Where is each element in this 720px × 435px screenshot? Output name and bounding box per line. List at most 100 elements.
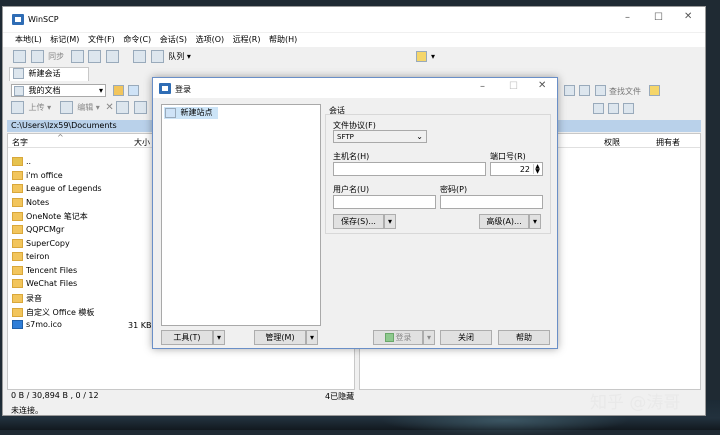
user-input[interactable] bbox=[333, 195, 436, 209]
local-path[interactable]: C:\Users\lzx59\Documents bbox=[11, 121, 117, 130]
column-permissions[interactable]: 权限 bbox=[604, 137, 620, 148]
refresh-icon[interactable] bbox=[579, 85, 590, 96]
menu-remote[interactable]: 远程(R) bbox=[233, 33, 261, 47]
menu-local[interactable]: 本地(L) bbox=[15, 33, 42, 47]
port-input[interactable]: 22 ▲ ▼ bbox=[490, 162, 543, 176]
host-input[interactable] bbox=[333, 162, 486, 176]
menu-mark[interactable]: 标记(M) bbox=[50, 33, 79, 47]
file-name: SuperCopy bbox=[26, 238, 70, 248]
properties-icon[interactable] bbox=[133, 101, 147, 114]
home-icon[interactable] bbox=[564, 85, 575, 96]
tools-dropdown-icon[interactable]: ▾ bbox=[213, 330, 225, 345]
image-file-icon bbox=[12, 320, 23, 330]
queue-button[interactable]: 队列 ▾ bbox=[168, 52, 191, 61]
upload-button[interactable]: 上传 ▾ bbox=[29, 103, 52, 112]
column-name[interactable]: 名字 bbox=[12, 137, 28, 148]
advanced-button[interactable]: 高级(A)... bbox=[479, 214, 529, 229]
list-item[interactable]: WeChat Files bbox=[12, 279, 162, 293]
password-label: 密码(P) bbox=[440, 185, 468, 194]
manage-dropdown-icon[interactable]: ▾ bbox=[306, 330, 318, 345]
compare-icon[interactable] bbox=[13, 50, 26, 63]
manage-button[interactable]: 管理(M) bbox=[254, 330, 306, 345]
help-button[interactable]: 帮助 bbox=[498, 330, 550, 345]
rename-icon[interactable] bbox=[116, 101, 130, 114]
transfer-dropdown-icon[interactable]: ▾ bbox=[431, 52, 435, 61]
tab-new-session[interactable]: 新建会话 bbox=[9, 67, 89, 81]
find-files-icon[interactable] bbox=[595, 85, 606, 96]
list-item[interactable]: SuperCopy bbox=[12, 238, 162, 253]
protocol-select[interactable]: SFTP ⌄ bbox=[333, 130, 427, 143]
close-button[interactable]: 关闭 bbox=[440, 330, 492, 345]
key-icon[interactable] bbox=[649, 85, 660, 96]
winscp-logo-icon bbox=[12, 14, 24, 25]
list-item[interactable]: League of Legends bbox=[12, 184, 162, 198]
find-files-button[interactable]: 查找文件 bbox=[609, 86, 641, 97]
local-file-list: .. i'm office League of Legends Notes On… bbox=[12, 157, 162, 334]
site-item-label: 新建站点 bbox=[180, 108, 213, 117]
list-item[interactable]: .. bbox=[12, 157, 162, 171]
preferences-icon[interactable] bbox=[105, 50, 119, 63]
menu-session[interactable]: 会话(S) bbox=[160, 33, 187, 47]
tab-new-session-label: 新建会话 bbox=[28, 69, 61, 78]
local-location-combo[interactable]: 我的文档 ▾ bbox=[11, 84, 106, 97]
minimize-icon[interactable]: – bbox=[480, 81, 485, 92]
menu-command[interactable]: 命令(C) bbox=[123, 33, 151, 47]
file-name: .. bbox=[26, 157, 32, 166]
tools-button[interactable]: 工具(T) bbox=[161, 330, 213, 345]
list-item[interactable]: teiron bbox=[12, 252, 162, 266]
menu-help[interactable]: 帮助(H) bbox=[269, 33, 297, 47]
list-item[interactable]: 录音 bbox=[12, 293, 162, 307]
close-icon[interactable]: ✕ bbox=[684, 11, 692, 22]
list-item[interactable]: i'm office bbox=[12, 170, 162, 185]
main-toolbar: 同步 队列 ▾ ▾ bbox=[13, 50, 703, 65]
column-owner[interactable]: 拥有者 bbox=[656, 137, 680, 148]
port-spinner-icon[interactable]: ▲ ▼ bbox=[533, 164, 541, 175]
open-folder-icon[interactable] bbox=[113, 85, 124, 96]
menu-file[interactable]: 文件(F) bbox=[88, 33, 115, 47]
synchronize-browse-icon[interactable] bbox=[30, 50, 44, 63]
title-bar: WinSCP – ☐ ✕ bbox=[3, 7, 705, 32]
sync-button[interactable]: 同步 bbox=[48, 52, 64, 61]
edit-button[interactable]: 编辑 ▾ bbox=[77, 103, 100, 112]
dialog-title: 登录 bbox=[175, 85, 191, 94]
password-input[interactable] bbox=[440, 195, 543, 209]
folder-icon bbox=[12, 265, 23, 275]
file-name: WeChat Files bbox=[26, 279, 78, 289]
save-button[interactable]: 保存(S)... bbox=[333, 214, 384, 229]
gear-icon[interactable] bbox=[133, 50, 147, 63]
file-name: QQPCMgr bbox=[26, 224, 65, 234]
upload-icon[interactable] bbox=[11, 101, 24, 114]
list-item[interactable]: Notes bbox=[12, 197, 162, 212]
delete-icon[interactable]: ✕ bbox=[105, 102, 113, 113]
unselect-icon[interactable] bbox=[623, 103, 634, 114]
login-dropdown-icon: ▾ bbox=[423, 330, 435, 345]
hidden-count: 4已隐藏 bbox=[325, 392, 355, 401]
site-tree[interactable]: 新建站点 bbox=[161, 104, 321, 326]
new-icon[interactable] bbox=[593, 103, 604, 114]
folder-icon bbox=[12, 238, 23, 248]
list-item[interactable]: Tencent Files bbox=[12, 265, 162, 280]
save-dropdown-icon[interactable]: ▾ bbox=[384, 214, 396, 229]
column-size[interactable]: 大小 bbox=[134, 137, 150, 148]
minimize-icon[interactable]: – bbox=[625, 12, 630, 23]
transfer-settings-icon[interactable] bbox=[416, 51, 427, 62]
close-icon[interactable]: ✕ bbox=[538, 80, 546, 91]
maximize-icon[interactable]: ☐ bbox=[654, 12, 663, 23]
list-item[interactable]: OneNote 笔记本 bbox=[12, 211, 162, 225]
select-icon[interactable] bbox=[608, 103, 619, 114]
file-name: 自定义 Office 模板 bbox=[26, 307, 95, 317]
site-item-new[interactable]: 新建站点 bbox=[164, 107, 218, 119]
queue-icon[interactable] bbox=[150, 50, 164, 63]
new-session-icon bbox=[13, 68, 24, 79]
list-item[interactable]: 自定义 Office 模板 bbox=[12, 307, 162, 321]
filter-icon[interactable] bbox=[128, 85, 139, 96]
menu-options[interactable]: 选项(O) bbox=[196, 33, 225, 47]
edit-icon[interactable] bbox=[59, 101, 73, 114]
login-icon bbox=[384, 333, 394, 342]
port-label: 端口号(R) bbox=[490, 152, 526, 161]
list-item[interactable]: QQPCMgr bbox=[12, 224, 162, 239]
login-dialog: 登录 – ☐ ✕ 新建站点 会话 文件协议(F) SFTP ⌄ 主机名(H) 端… bbox=[152, 77, 558, 349]
advanced-dropdown-icon[interactable]: ▾ bbox=[529, 214, 541, 229]
console-icon[interactable] bbox=[70, 50, 84, 63]
terminal-icon[interactable] bbox=[88, 50, 102, 63]
